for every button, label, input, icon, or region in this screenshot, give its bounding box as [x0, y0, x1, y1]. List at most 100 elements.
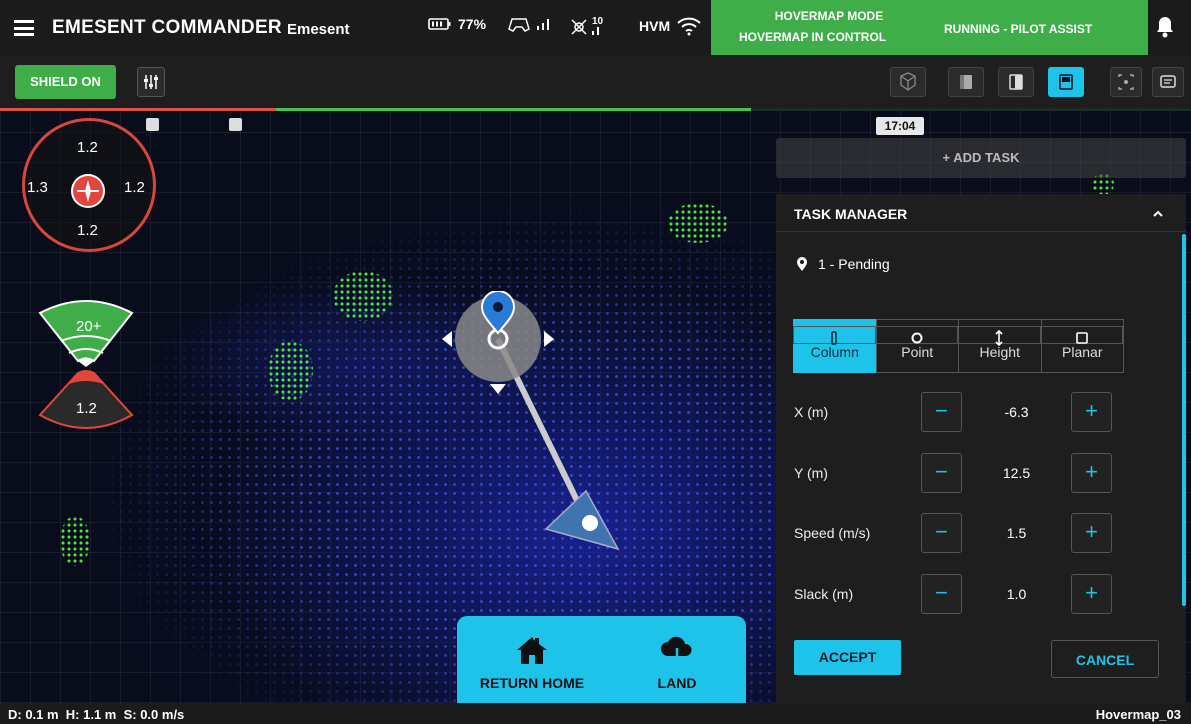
chevron-up-icon[interactable]	[1152, 208, 1164, 220]
decrement-x-button[interactable]: −	[921, 392, 962, 432]
return-home-label: RETURN HOME	[479, 675, 585, 691]
increment-slack-button[interactable]: +	[1071, 574, 1112, 614]
decrement-slack-button[interactable]: −	[921, 574, 962, 614]
chat-icon	[1160, 75, 1176, 88]
tune-settings-button[interactable]	[137, 67, 165, 97]
recenter-icon	[1118, 74, 1134, 90]
cube-view-button[interactable]	[948, 67, 984, 97]
shield-toggle-button[interactable]: SHIELD ON	[15, 65, 116, 99]
task-manager-title: TASK MANAGER	[794, 206, 908, 222]
distance-back: 1.2	[77, 222, 98, 239]
field-y-value[interactable]: 12.5	[962, 465, 1071, 481]
field-speed-label: Speed (m/s)	[794, 525, 871, 541]
column-icon	[831, 331, 838, 345]
type-column-label: Column	[810, 344, 859, 360]
task-manager-header[interactable]: TASK MANAGER	[776, 194, 1186, 232]
type-planar-button[interactable]: Planar	[1040, 319, 1124, 373]
controller-status	[508, 16, 552, 32]
signal-bars-icon	[537, 19, 549, 30]
field-y-label: Y (m)	[794, 465, 828, 481]
add-task-button[interactable]: + ADD TASK	[776, 138, 1186, 178]
hvm-status: HVM	[639, 16, 702, 36]
distance-right: 1.2	[124, 179, 145, 196]
land-label: LAND	[657, 675, 697, 691]
perspective-view-icon	[900, 72, 916, 91]
wifi-icon	[677, 17, 701, 36]
point-icon	[911, 332, 923, 344]
decrement-y-button[interactable]: −	[921, 453, 962, 493]
top-bar: EMESENT COMMANDER Emesent 77% 10 HVM HOV…	[0, 0, 1191, 55]
cancel-button[interactable]: CANCEL	[1051, 640, 1159, 678]
sliders-icon	[144, 75, 158, 89]
vertical-clearance-gauge	[38, 300, 134, 429]
flight-actions-panel: RETURN HOME LAND	[457, 616, 746, 703]
distance-left: 1.3	[27, 179, 48, 196]
top-view-button[interactable]	[1048, 67, 1084, 97]
task-manager-panel: TASK MANAGER 1 - Pending Column Point He…	[776, 194, 1186, 703]
increment-speed-button[interactable]: +	[1071, 513, 1112, 553]
mode-title: HOVERMAP MODE	[774, 9, 884, 23]
clearance-down: 1.2	[76, 400, 97, 417]
field-slack-value[interactable]: 1.0	[962, 586, 1071, 602]
drone-satellite-icon	[571, 19, 587, 35]
field-y: Y (m) − 12.5 +	[794, 453, 1124, 493]
telemetry-readout: D: 0.1 m H: 1.1 m S: 0.0 m/s	[8, 707, 185, 722]
top-view-icon	[1059, 74, 1073, 90]
type-height-button[interactable]: Height	[958, 319, 1042, 373]
perspective-view-button[interactable]	[890, 67, 926, 97]
field-x: X (m) − -6.3 +	[794, 392, 1124, 432]
clearance-up: 20+	[76, 318, 102, 335]
device-name: Hovermap_03	[1095, 707, 1181, 722]
green-point-cluster	[333, 271, 393, 321]
type-height-label: Height	[979, 344, 1020, 360]
cloud-download-icon	[661, 636, 692, 664]
type-point-label: Point	[901, 344, 934, 360]
scrollbar[interactable]	[1182, 234, 1186, 606]
increment-y-button[interactable]: +	[1071, 453, 1112, 493]
obstacle-distance-ring: 1.2 1.3 1.2 1.2	[22, 118, 156, 252]
side-view-button[interactable]	[998, 67, 1034, 97]
task-type-selector: Column Point Height Planar	[793, 319, 1124, 373]
status-bar: D: 0.1 m H: 1.1 m S: 0.0 m/s Hovermap_03	[0, 703, 1191, 724]
return-home-button[interactable]: RETURN HOME	[467, 634, 597, 691]
control-status: HOVERMAP IN CONTROL	[739, 30, 887, 44]
side-view-icon	[1009, 74, 1023, 90]
battery-status: 77%	[428, 16, 486, 32]
green-point-cluster	[268, 341, 313, 401]
running-status: RUNNING - PILOT ASSIST	[944, 22, 1093, 36]
field-slack: Slack (m) − 1.0 +	[794, 574, 1124, 614]
home-marker-icon[interactable]	[229, 118, 242, 131]
drone-link-status: 10	[568, 16, 603, 36]
menu-icon[interactable]	[14, 20, 34, 36]
task-item[interactable]: 1 - Pending	[796, 256, 890, 272]
task-status: 1 - Pending	[818, 256, 890, 272]
green-point-cluster	[668, 203, 728, 243]
messages-button[interactable]	[1152, 67, 1184, 97]
distance-front: 1.2	[77, 139, 98, 156]
notification-bell-icon[interactable]	[1153, 14, 1177, 40]
organization-name: Emesent	[287, 21, 350, 38]
type-point-button[interactable]: Point	[875, 319, 959, 373]
recenter-button[interactable]	[1110, 67, 1142, 97]
drone-heading-icon	[71, 174, 105, 208]
green-point-cluster	[60, 516, 90, 566]
home-icon	[517, 637, 547, 664]
app-title: EMESENT COMMANDER	[52, 17, 282, 38]
battery-icon	[428, 18, 451, 30]
type-column-button[interactable]: Column	[793, 319, 877, 373]
point-cloud-map[interactable]: 17:04 1.2 1.3 1.2 1.2 20+ 1.2 + ADD TASK…	[0, 111, 1191, 703]
clock: 17:04	[876, 117, 924, 135]
land-button[interactable]: LAND	[612, 634, 742, 691]
field-speed: Speed (m/s) − 1.5 +	[794, 513, 1124, 553]
decrement-speed-button[interactable]: −	[921, 513, 962, 553]
signal-bars-icon	[592, 27, 600, 35]
planar-icon	[1075, 332, 1088, 344]
cube-view-icon	[960, 75, 972, 89]
waypoint-control[interactable]	[438, 291, 628, 561]
battery-percent: 77%	[458, 16, 487, 32]
increment-x-button[interactable]: +	[1071, 392, 1112, 432]
download-marker-icon[interactable]	[146, 118, 159, 131]
accept-button[interactable]: ACCEPT	[794, 640, 901, 675]
field-speed-value[interactable]: 1.5	[962, 525, 1071, 541]
field-x-value[interactable]: -6.3	[962, 404, 1071, 420]
